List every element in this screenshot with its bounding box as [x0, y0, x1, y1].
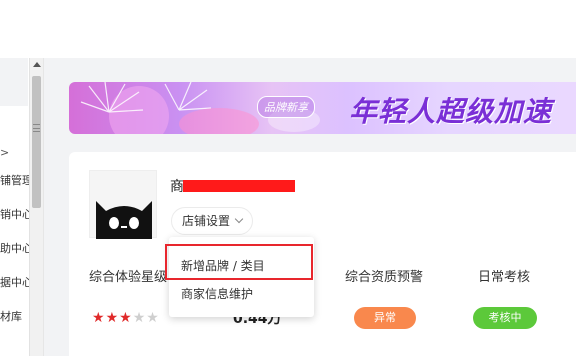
sidebar-expand-chevron[interactable]: >: [0, 146, 9, 159]
star-empty-icon: ★: [132, 310, 147, 326]
highlight-box: [165, 244, 313, 280]
star-rating: ★★★★★: [92, 310, 160, 326]
experience-star-label: 综合体验星级: [89, 270, 168, 285]
daily-status-badge[interactable]: 考核中: [473, 307, 537, 329]
scroll-up-icon[interactable]: [33, 62, 41, 67]
chevron-down-icon: [234, 214, 244, 224]
shop-logo: [89, 170, 157, 239]
promo-banner[interactable]: 品牌新享 年轻人超级加速: [69, 82, 576, 134]
qualification-warning-label: 综合资质预警: [345, 270, 424, 285]
sidebar-selected-item[interactable]: [0, 58, 28, 106]
shop-settings-dropdown[interactable]: 店铺设置: [171, 207, 254, 235]
shop-name: 商: [170, 179, 184, 195]
star-filled-icon: ★: [105, 310, 120, 326]
qualification-status-badge[interactable]: 异常: [354, 307, 416, 329]
banner-brand-tag: 品牌新享: [257, 96, 315, 118]
scrollbar-thumb[interactable]: [32, 76, 41, 208]
redacted-shop-name: [183, 180, 295, 192]
star-filled-icon: ★: [119, 310, 133, 326]
star-filled-icon: ★: [92, 310, 106, 326]
banner-slogan: 年轻人超级加速: [349, 95, 553, 128]
menu-item-merchant-info[interactable]: 商家信息维护: [181, 285, 253, 302]
star-empty-icon: ★: [146, 310, 160, 326]
top-bar: [0, 0, 576, 58]
sidebar-item-material-library[interactable]: 材库: [0, 308, 22, 324]
daily-assessment-label: 日常考核: [478, 270, 531, 285]
shop-info-card: 商 店铺设置 综合体验星级 核 综合资质预警 日常考核 ★★★★★ 0.44万 …: [69, 152, 576, 356]
sidebar-scrollbar[interactable]: [29, 58, 43, 356]
shop-settings-label: 店铺设置: [182, 214, 231, 228]
scrollbar-grip-icon: [33, 124, 40, 132]
tmall-cat-icon: [96, 201, 152, 239]
